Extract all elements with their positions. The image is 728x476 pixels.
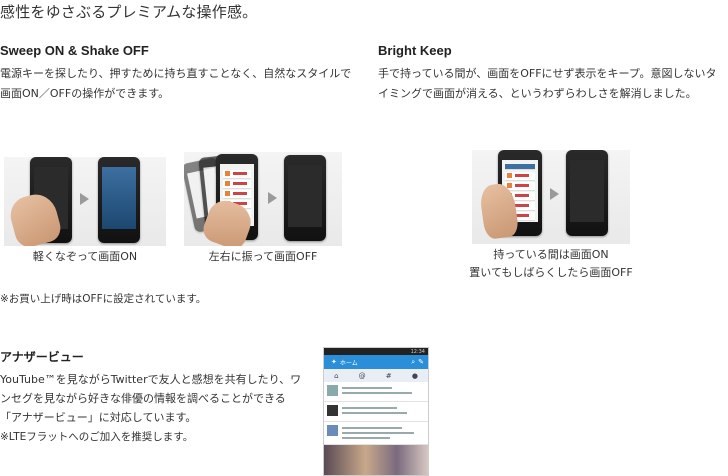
phone-after-icon <box>98 157 140 243</box>
sweep-on-photo <box>4 157 166 246</box>
compose-icon: ✎ <box>418 358 424 366</box>
page-headline: 感性をゆさぶるプレミアムな操作感。 <box>0 3 258 21</box>
arrow-right-icon <box>268 192 277 204</box>
shake-off-photo <box>184 152 342 246</box>
arrow-right-icon <box>80 193 89 205</box>
tweet-item <box>324 422 428 445</box>
sweep-caption-right: 左右に振って画面OFF <box>208 250 318 263</box>
tweet-item <box>324 402 428 422</box>
sweep-description: 電源キーを探したり、押すために持ち直すことなく、自然なスタイルで画面ON／OFF… <box>0 67 352 100</box>
phone-off-icon <box>284 155 326 241</box>
bright-keep-caption-line2: 置いてもしばらくしたら画面OFF <box>469 266 633 279</box>
arrow-right-icon <box>550 188 559 200</box>
bird-icon: ✦ <box>331 358 337 366</box>
at-icon: @ <box>358 371 366 380</box>
another-view-description: YouTube™を見ながらTwitterで友人と感想を共有したり、ワンセグを見な… <box>0 373 302 424</box>
bright-keep-photo <box>472 150 630 244</box>
tweet-item <box>324 382 428 402</box>
tweet-photo <box>324 445 428 475</box>
twitter-screen-title: ホーム <box>339 359 358 367</box>
hash-icon: # <box>385 371 392 380</box>
twitter-screenshot: 12:34 ✦ ホーム ⌕ ✎ ⌂ @ # ● <box>323 347 429 476</box>
purchase-note: ※お買い上げ時はOFFに設定されています。 <box>0 293 207 305</box>
twitter-header: ✦ ホーム ⌕ ✎ <box>324 355 428 369</box>
sweep-title: Sweep ON & Shake OFF <box>0 43 149 58</box>
sweep-caption-left: 軽くなぞって画面ON <box>32 250 138 263</box>
bright-keep-description: 手で持っている間が、画面をOFFにせず表示をキープ。意図しないタイミングで画面が… <box>378 67 717 100</box>
phone-off-icon <box>566 150 608 236</box>
lte-note: ※LTEフラットへのご加入を推奨します。 <box>0 431 194 443</box>
home-icon: ⌂ <box>334 371 339 380</box>
bright-keep-title: Bright Keep <box>378 43 452 58</box>
another-view-title: アナザービュー <box>0 350 84 364</box>
status-time: 12:34 <box>410 348 425 355</box>
bright-keep-caption-line1: 持っている間は画面ON <box>493 248 609 261</box>
person-icon: ● <box>411 371 418 380</box>
search-icon: ⌕ <box>411 357 416 366</box>
twitter-tabs: ⌂ @ # ● <box>324 369 428 382</box>
